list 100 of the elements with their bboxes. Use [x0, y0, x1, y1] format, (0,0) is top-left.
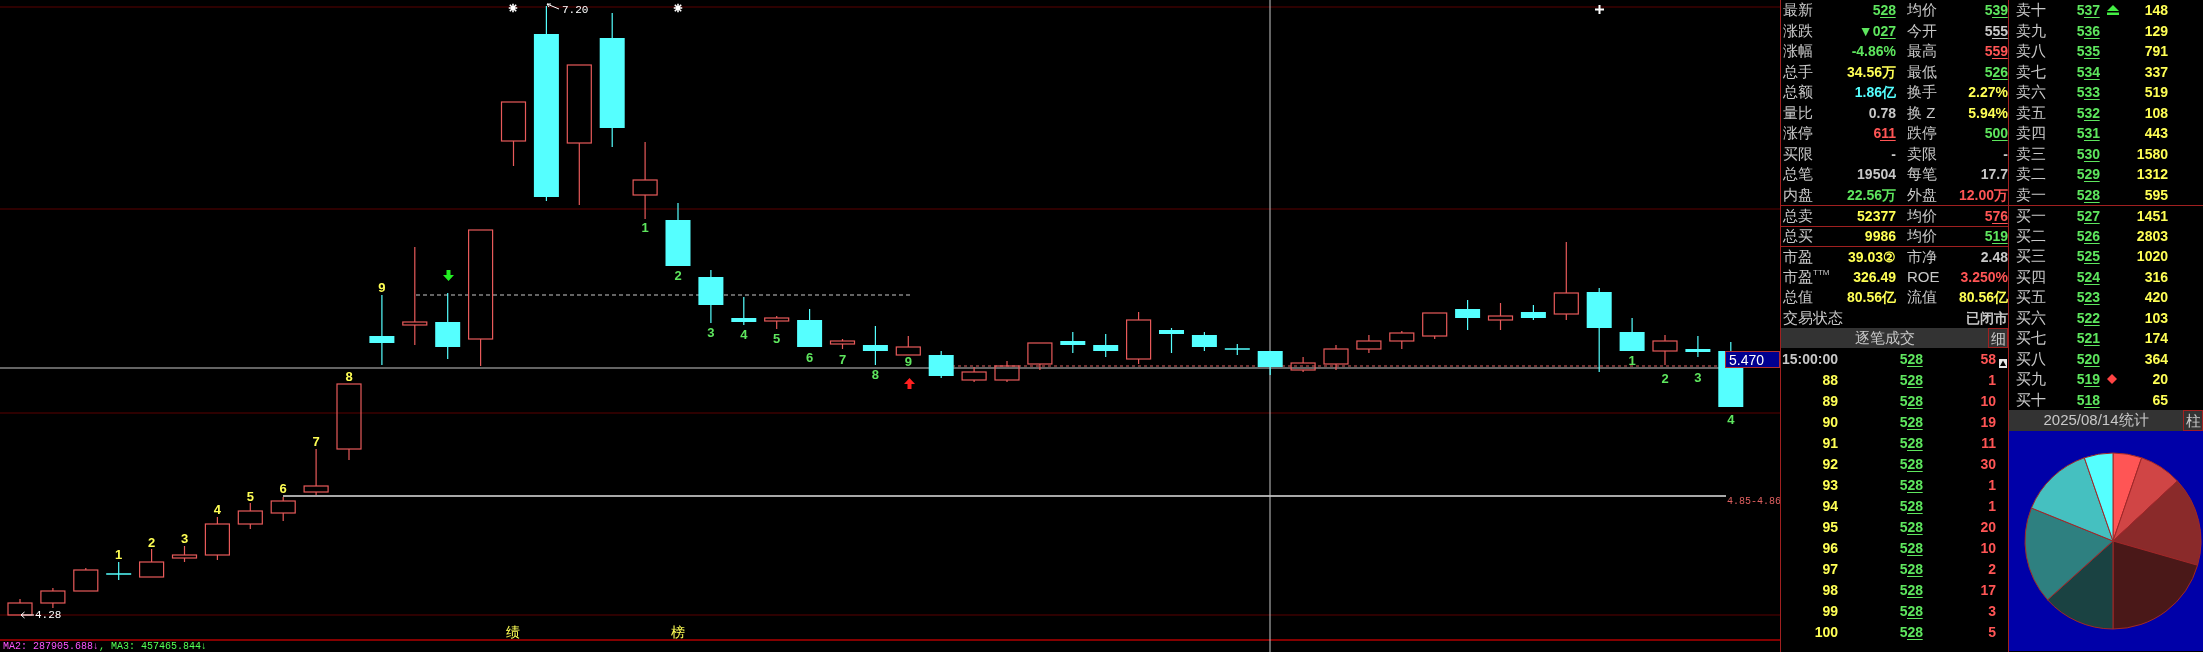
quote-value: 12.00万 — [1957, 185, 2008, 204]
quote-label: 每笔 — [1907, 165, 1938, 184]
trade-time: 91 — [1821, 433, 1838, 452]
order-level-label: 卖六 — [2016, 83, 2047, 102]
sequence-number: 9 — [904, 353, 912, 369]
quote-label: 涨幅 — [1783, 42, 1814, 61]
trade-volume: 1 — [1987, 496, 1996, 515]
order-level-label: 卖三 — [2016, 144, 2047, 163]
order-volume: 1580 — [2135, 144, 2168, 163]
order-volume: 148 — [2143, 1, 2168, 20]
high-price-label: 7.20 — [562, 4, 589, 16]
sequence-number: 5 — [246, 488, 254, 504]
order-volume: 20 — [2151, 370, 2168, 389]
trade-volume: 3 — [1987, 601, 1996, 620]
candlestick — [764, 315, 790, 330]
quote-value: 80.56亿 — [1845, 288, 1896, 307]
candlestick — [862, 325, 888, 366]
view-toggle-button[interactable]: 柱 — [2183, 410, 2203, 431]
scroll-up-icon[interactable] — [1999, 359, 2007, 369]
trade-time: 94 — [1821, 496, 1838, 515]
order-level-label: 卖七 — [2016, 62, 2047, 81]
quote-value: 5.94% — [1967, 103, 2008, 122]
quote-value: 17.7 — [1979, 165, 2008, 184]
trade-time: 98 — [1821, 580, 1838, 599]
order-volume: 519 — [2143, 83, 2168, 102]
sequence-number: 4 — [740, 326, 748, 342]
candlestick — [1093, 333, 1119, 358]
quote-label: 市盈 — [1783, 247, 1814, 266]
order-level-label: 卖一 — [2016, 185, 2047, 204]
quote-value: -4.86% — [1850, 42, 1896, 61]
order-volume: 129 — [2143, 21, 2168, 40]
trade-volume: 10 — [1979, 391, 1996, 410]
trade-time: 90 — [1821, 412, 1838, 431]
trade-time: 96 — [1821, 538, 1838, 557]
candlestick — [73, 567, 99, 592]
indicator-legend: , MA3: 457465.844↓ — [99, 640, 208, 652]
quote-label: 交易状态 — [1783, 308, 1844, 327]
order-level-label: 买九 — [2016, 370, 2047, 389]
order-volume: 1312 — [2135, 165, 2168, 184]
sequence-number: 1 — [1628, 352, 1636, 368]
quote-value: 9986 — [1863, 227, 1896, 246]
sequence-number: 5 — [773, 330, 781, 346]
trade-time: 93 — [1821, 475, 1838, 494]
candlestick — [731, 296, 757, 326]
sequence-number: 8 — [871, 366, 879, 382]
order-level-label: 买四 — [2016, 267, 2047, 286]
quote-value: 19504 — [1856, 165, 1896, 184]
candlestick — [928, 350, 954, 379]
quote-value: 52377 — [1856, 206, 1896, 225]
panel-title: 逐笔成交 — [1853, 328, 1916, 348]
quote-label: 总卖 — [1783, 206, 1814, 225]
order-level-label: 卖二 — [2016, 165, 2047, 184]
quote-label: 总笔 — [1783, 165, 1814, 184]
quote-label: 外盘 — [1907, 185, 1938, 204]
sequence-number: 2 — [674, 267, 682, 283]
quote-label: 总手 — [1783, 62, 1814, 81]
quote-label: 最新 — [1783, 1, 1814, 20]
event-mark: 绩 — [506, 624, 520, 640]
quote-value: - — [2002, 144, 2008, 163]
order-volume: 791 — [2143, 42, 2168, 61]
sequence-number: 6 — [279, 480, 287, 496]
quote-label: 均价 — [1907, 227, 1938, 246]
order-level-label: 买二 — [2016, 226, 2047, 245]
candlestick — [698, 269, 724, 324]
candlestick — [829, 338, 856, 350]
sequence-number: 6 — [806, 349, 814, 365]
up-arrow-icon — [904, 378, 915, 389]
quote-value: 已闭市 — [1965, 308, 2008, 327]
quote-label: 涨停 — [1783, 124, 1814, 143]
quote-label: 最高 — [1907, 42, 1938, 61]
sequence-number: 1 — [115, 546, 123, 562]
trade-volume: 30 — [1979, 454, 1996, 473]
diamond-icon — [2107, 374, 2117, 385]
quote-label: 市净 — [1907, 247, 1938, 266]
trade-time: 99 — [1821, 601, 1838, 620]
quote-value: 2.48 — [1979, 247, 2008, 266]
trade-volume: 1 — [1987, 475, 1996, 494]
pointer-arrow-icon — [21, 612, 34, 618]
quote-label: 总买 — [1783, 227, 1814, 246]
trade-time: 95 — [1821, 517, 1838, 536]
candlestick — [1520, 304, 1546, 321]
sequence-number: 3 — [180, 530, 189, 546]
quote-label: 买限 — [1783, 144, 1814, 163]
trade-time: 97 — [1821, 559, 1838, 578]
quote-label: 今开 — [1907, 21, 1938, 40]
order-level-label: 卖五 — [2016, 103, 2047, 122]
candlestick — [1191, 331, 1217, 352]
sequence-number: 8 — [345, 368, 353, 384]
quote-label: 换 Z — [1907, 103, 1937, 122]
order-level-label: 卖八 — [2016, 42, 2047, 61]
view-toggle-button[interactable]: 细 — [1988, 328, 2008, 348]
candlestick — [270, 496, 296, 522]
quote-label: 市盈$^{TTM}$ — [1783, 267, 1831, 286]
trade-volume: 5 — [1987, 622, 1996, 641]
candlestick — [1257, 350, 1283, 376]
sequence-number: 7 — [312, 433, 320, 449]
down-arrow-icon — [443, 270, 454, 281]
quote-value: 2.27% — [1967, 83, 2008, 102]
order-level-label: 买十 — [2016, 390, 2047, 409]
quote-label: ROE — [1907, 267, 1941, 286]
